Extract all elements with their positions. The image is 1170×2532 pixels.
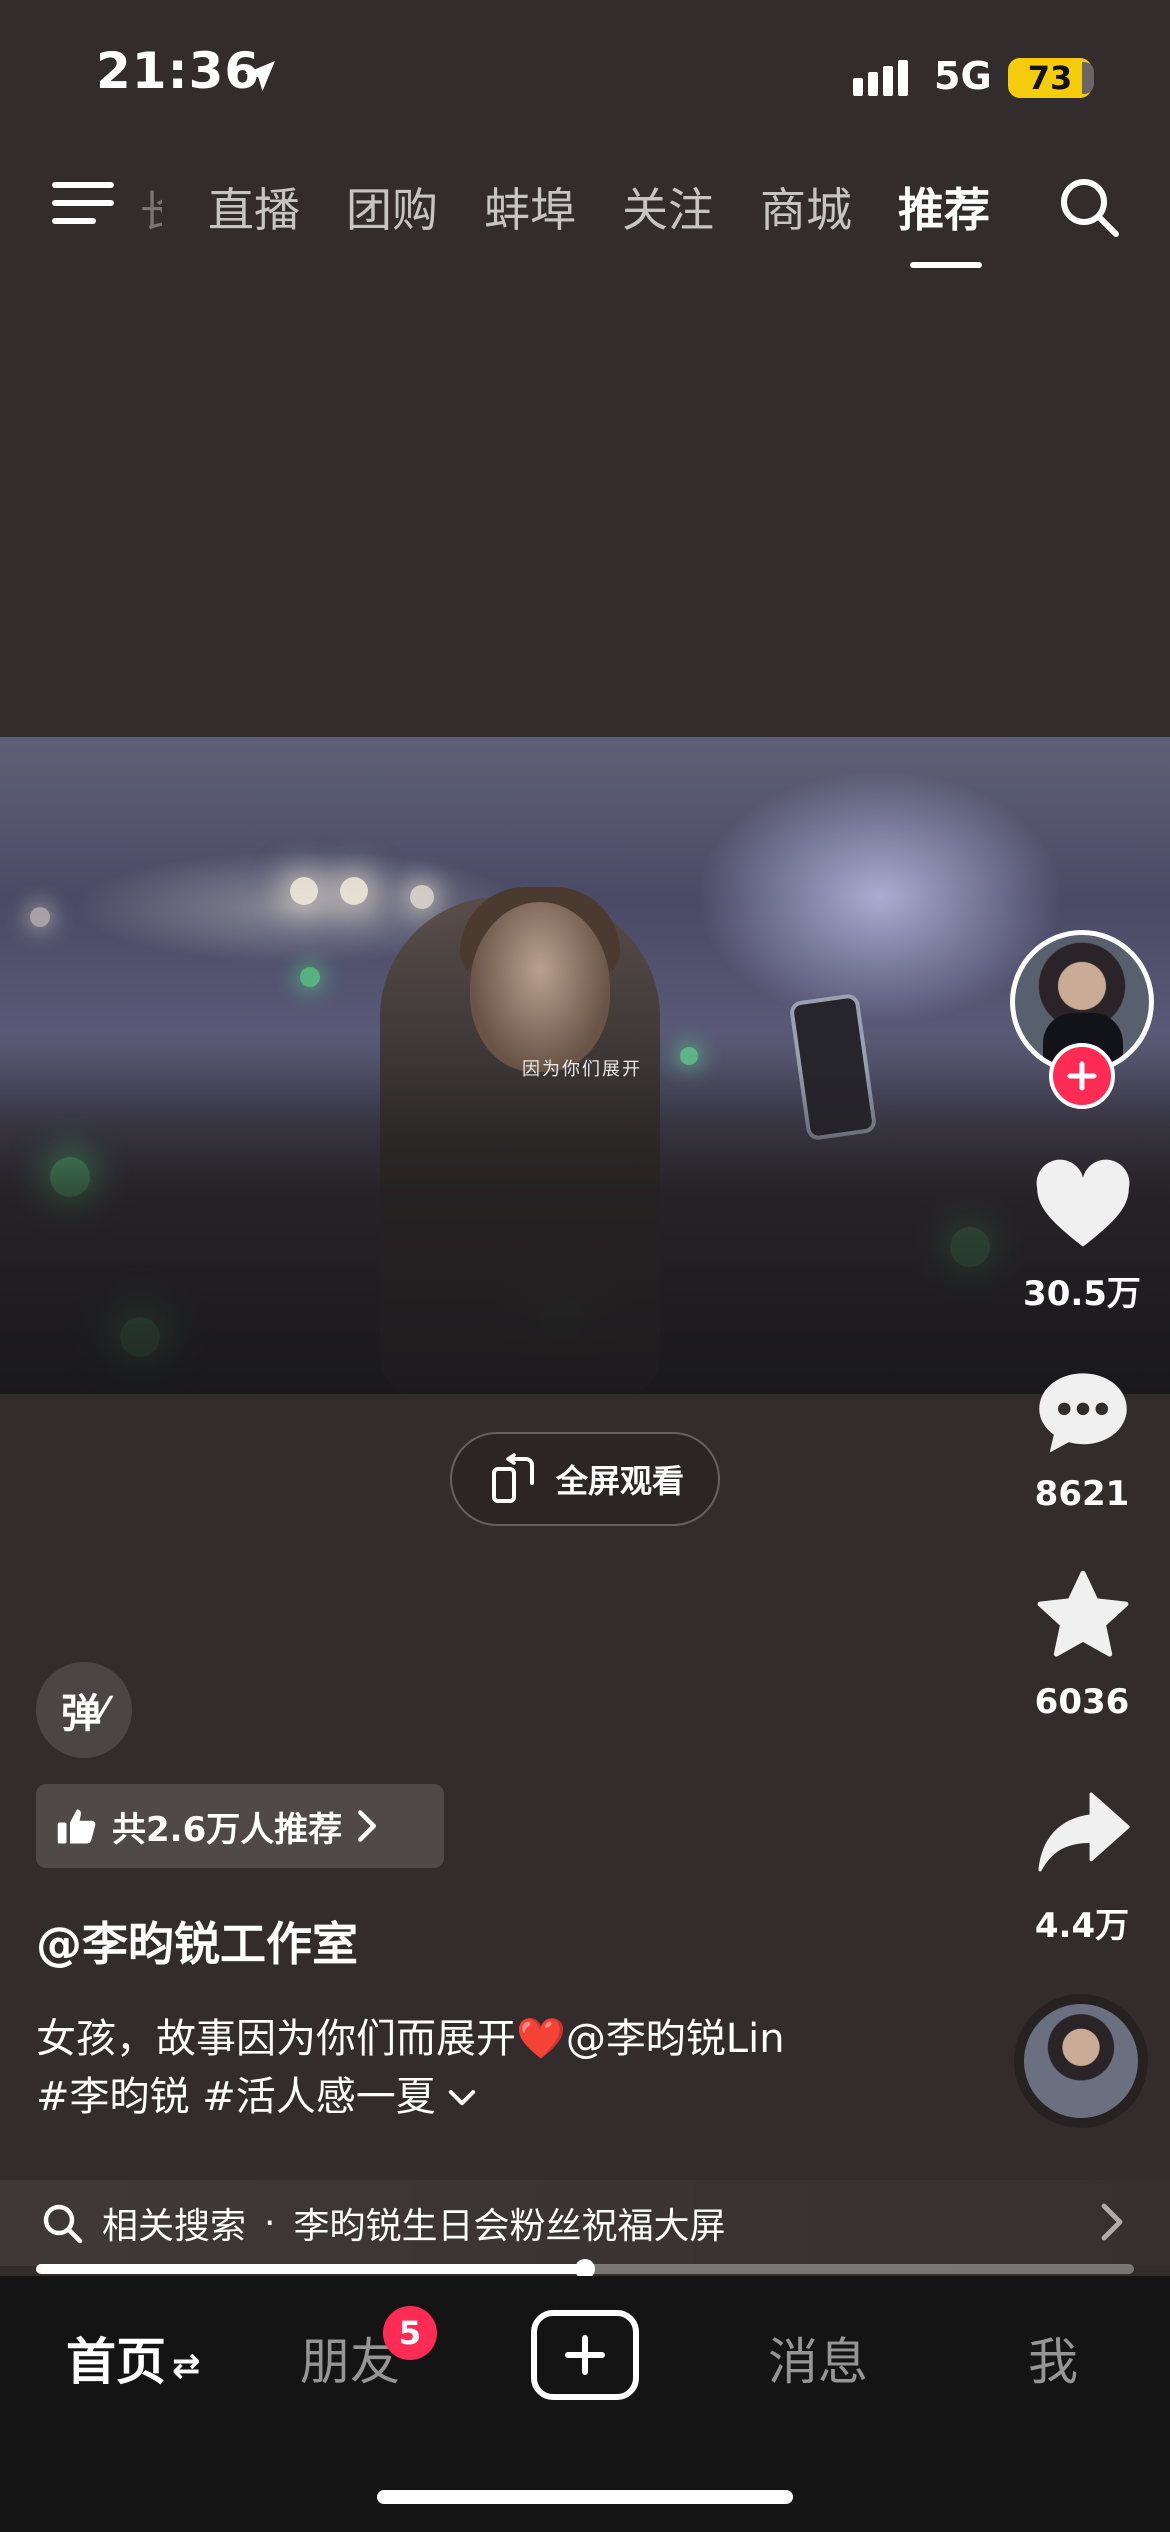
rotate-screen-icon bbox=[491, 1453, 534, 1503]
related-search-bar[interactable]: 相关搜索 · 李昀锐生日会粉丝祝福大屏 bbox=[0, 2180, 1170, 2266]
author-name[interactable]: @李昀锐工作室 bbox=[36, 1908, 358, 1974]
video-player[interactable]: 因为你们展开 bbox=[0, 737, 1170, 1394]
danmaku-label: 弹 bbox=[61, 1691, 102, 1737]
progress-fill bbox=[36, 2264, 585, 2274]
star-icon[interactable] bbox=[1030, 1564, 1136, 1670]
follow-plus-icon[interactable] bbox=[1049, 1043, 1115, 1109]
battery-tip bbox=[1082, 62, 1094, 94]
desc-text: 女孩，故事因为你们而展开 bbox=[36, 2016, 516, 2062]
performer-head bbox=[470, 902, 610, 1072]
plus-icon bbox=[565, 2335, 605, 2375]
related-search-separator: · bbox=[264, 2202, 276, 2244]
tab-live[interactable]: 直播 bbox=[208, 174, 300, 240]
nav-me[interactable]: 我 bbox=[1028, 2322, 1078, 2394]
active-tab-indicator bbox=[910, 262, 982, 268]
tab-local[interactable]: 蚌埠 bbox=[484, 174, 576, 240]
tab-recommend[interactable]: 推荐 bbox=[898, 174, 990, 240]
share-count: 4.4万 bbox=[1034, 1906, 1130, 1946]
chevron-right-icon[interactable] bbox=[1100, 2202, 1124, 2242]
favorite-count: 6036 bbox=[1034, 1682, 1130, 1722]
network-type: 5G bbox=[934, 54, 992, 98]
video-subtitle: 因为你们展开 bbox=[522, 1059, 642, 1080]
comment-icon[interactable] bbox=[1030, 1360, 1136, 1466]
recommend-pill[interactable]: 共2.6万人推荐 bbox=[36, 1784, 444, 1868]
create-button[interactable] bbox=[531, 2310, 639, 2400]
status-time: 21:36 bbox=[96, 42, 261, 100]
search-icon bbox=[43, 2204, 83, 2244]
desc-hashtags[interactable]: #李昀锐 #活人感一夏 bbox=[36, 2074, 436, 2120]
chevron-down-icon[interactable] bbox=[448, 2089, 476, 2109]
nav-home-label: 首页 bbox=[66, 2333, 166, 2391]
tab-mall[interactable]: 商城 bbox=[760, 174, 852, 240]
menu-icon[interactable] bbox=[52, 180, 114, 230]
recommend-text: 共2.6万人推荐 bbox=[112, 1809, 343, 1850]
friends-badge: 5 bbox=[383, 2306, 437, 2360]
tab-following[interactable]: 关注 bbox=[622, 174, 714, 240]
battery-icon: 73 bbox=[1008, 58, 1092, 98]
heart-emoji: ❤️ bbox=[516, 2016, 566, 2062]
video-description[interactable]: 女孩，故事因为你们而展开❤️@李昀锐Lin #李昀锐 #活人感一夏 bbox=[36, 2010, 996, 2126]
crowd bbox=[0, 1064, 1170, 1394]
related-search-label: 相关搜索 bbox=[102, 2206, 247, 2247]
home-indicator bbox=[377, 2490, 793, 2504]
music-disc[interactable] bbox=[1014, 1994, 1148, 2128]
like-count: 30.5万 bbox=[1023, 1274, 1141, 1314]
fullscreen-label: 全屏观看 bbox=[555, 1462, 684, 1500]
location-arrow-icon bbox=[245, 61, 275, 91]
refresh-icon: ⇄ bbox=[172, 2345, 201, 2386]
fullscreen-button[interactable]: 全屏观看 bbox=[450, 1432, 720, 1526]
comment-count: 8621 bbox=[1034, 1474, 1130, 1514]
search-icon[interactable] bbox=[1054, 172, 1124, 242]
signal-bars-icon bbox=[853, 60, 908, 96]
heart-icon[interactable] bbox=[1030, 1152, 1136, 1258]
thumbs-up-icon bbox=[57, 1809, 96, 1844]
tab-group-buy[interactable]: 团购 bbox=[346, 174, 438, 240]
danmaku-button[interactable]: 弹 ⁄ bbox=[36, 1662, 132, 1758]
desc-mention[interactable]: @李昀锐Lin bbox=[566, 2016, 785, 2062]
nav-messages[interactable]: 消息 bbox=[768, 2322, 868, 2394]
tab-partial[interactable]: 长 bbox=[140, 178, 162, 239]
share-icon[interactable] bbox=[1030, 1780, 1136, 1886]
chevron-right-icon bbox=[358, 1810, 377, 1842]
related-search-query: 李昀锐生日会粉丝祝福大屏 bbox=[293, 2206, 726, 2247]
nav-home[interactable]: 首页 ⇄ bbox=[66, 2322, 201, 2394]
